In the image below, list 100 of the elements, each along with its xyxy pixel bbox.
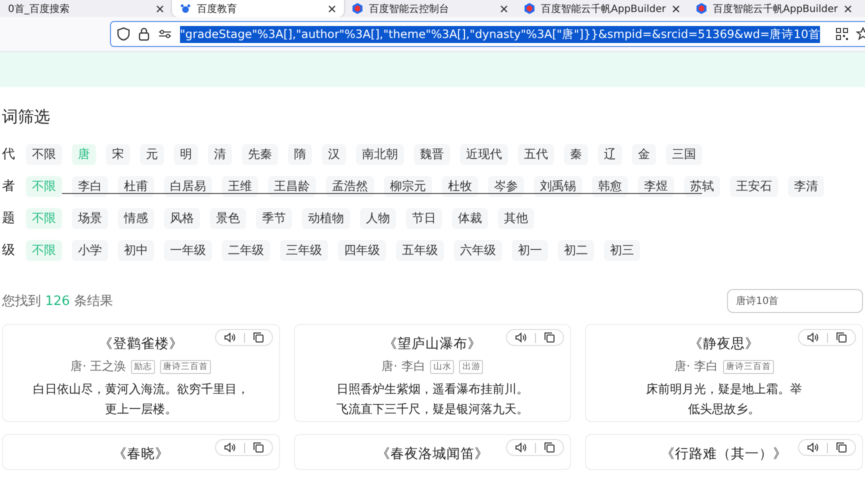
filter-option[interactable]: 清 xyxy=(208,144,232,164)
filter-option[interactable]: 近现代 xyxy=(460,144,508,164)
filter-option[interactable]: 先秦 xyxy=(242,144,278,164)
filter-option[interactable]: 四年级 xyxy=(338,240,386,260)
speaker-icon[interactable] xyxy=(224,332,236,343)
filter-option[interactable]: 风格 xyxy=(164,208,200,228)
filter-option[interactable]: 不限 xyxy=(26,144,62,164)
filter-option[interactable]: 五年级 xyxy=(396,240,444,260)
poem-tag: 山水 xyxy=(430,360,454,374)
filter-option[interactable]: 秦 xyxy=(564,144,588,164)
poem-line: 白日依山尽，黄河入海流。欲穷千里目， xyxy=(32,381,249,397)
filter-option[interactable]: 初中 xyxy=(118,240,154,260)
filter-option[interactable]: 魏晋 xyxy=(414,144,450,164)
filter-option[interactable]: 初三 xyxy=(604,240,640,260)
filter-option[interactable]: 李煜 xyxy=(638,176,674,196)
filter-option[interactable]: 人物 xyxy=(360,208,396,228)
filter-option[interactable]: 汉 xyxy=(322,144,346,164)
filter-option[interactable]: 白居易 xyxy=(164,176,212,196)
filter-option[interactable]: 杜甫 xyxy=(118,176,154,196)
speaker-icon[interactable] xyxy=(806,332,819,343)
filter-label: 级 xyxy=(2,242,16,259)
filter-option[interactable]: 季节 xyxy=(256,208,292,228)
filter-option[interactable]: 王昌龄 xyxy=(268,176,316,196)
filter-option[interactable]: 二年级 xyxy=(222,240,270,260)
filter-option[interactable]: 三国 xyxy=(666,144,702,164)
filter-option[interactable]: 五代 xyxy=(518,144,554,164)
qr-code-icon[interactable] xyxy=(836,28,848,40)
filter-option[interactable]: 初一 xyxy=(512,240,548,260)
poem-title[interactable]: 《行路难（其一）》 xyxy=(661,445,788,463)
poem-title[interactable]: 《春晓》 xyxy=(112,445,169,463)
browser-tab[interactable]: 百度智能云千帆AppBuilder xyxy=(516,0,688,17)
browser-tab[interactable]: 百度智能云控制台 xyxy=(344,0,516,17)
close-tab-icon[interactable] xyxy=(844,4,852,12)
poem-title[interactable]: 《望庐山瀑布》 xyxy=(383,335,482,353)
browser-tab[interactable]: 百度智能云千帆AppBuilder xyxy=(688,0,860,17)
poem-author: 唐· 李白 xyxy=(674,358,718,375)
shield-icon xyxy=(117,27,130,41)
poem-card[interactable]: 《静夜思》 唐· 李白 唐诗三百首 床前明月光，疑是地上霜。举 低头思故乡。 xyxy=(585,324,863,422)
filter-option[interactable]: 辽 xyxy=(598,144,622,164)
filter-option[interactable]: 李清 xyxy=(788,176,824,196)
poem-title[interactable]: 《静夜思》 xyxy=(689,335,760,353)
filter-option[interactable]: 节日 xyxy=(406,208,442,228)
speaker-icon[interactable] xyxy=(515,442,528,453)
filter-option[interactable]: 王安石 xyxy=(730,176,778,196)
poem-card[interactable]: 《春夜洛城闻笛》 xyxy=(294,434,572,470)
filter-option[interactable]: 刘禹锡 xyxy=(534,176,582,196)
address-bar[interactable]: "gradeStage"%3A[],"author"%3A[],"theme"%3A[],"dynasty"%3A["唐"]}}&smpid=&srcid=51369&wd=唐诗10首 xyxy=(110,21,865,47)
copy-icon[interactable] xyxy=(836,442,847,453)
poem-title[interactable]: 《春夜洛城闻笛》 xyxy=(376,445,488,463)
filter-label: 题 xyxy=(2,210,16,227)
poem-card[interactable]: 《登鹳雀楼》 唐· 王之涣 励志 唐诗三百首 白日依山尽，黄河入海流。欲穷千里目， 更上一层楼。 xyxy=(2,324,280,422)
filter-option[interactable]: 韩愈 xyxy=(592,176,628,196)
copy-icon[interactable] xyxy=(252,332,264,343)
filter-option[interactable]: 情感 xyxy=(118,208,154,228)
sliders-icon[interactable] xyxy=(158,28,172,40)
filter-option[interactable]: 明 xyxy=(174,144,198,164)
filter-option[interactable]: 孟浩然 xyxy=(326,176,374,196)
filter-option[interactable]: 初二 xyxy=(558,240,594,260)
poem-card[interactable]: 《望庐山瀑布》 唐· 李白 山水 出游 日照香炉生紫烟，遥看瀑布挂前川。 飞流直下三千尺，疑是银河落九天。 xyxy=(294,324,572,422)
poem-card[interactable]: 《春晓》 xyxy=(2,434,280,470)
filter-option[interactable]: 动植物 xyxy=(302,208,350,228)
filter-option[interactable]: 三年级 xyxy=(280,240,328,260)
filter-option[interactable]: 李白 xyxy=(72,176,108,196)
filter-option[interactable]: 南北朝 xyxy=(356,144,404,164)
filter-option[interactable]: 苏轼 xyxy=(684,176,720,196)
close-tab-icon[interactable] xyxy=(328,4,336,12)
browser-tab[interactable]: 0首_百度搜索 xyxy=(0,0,172,17)
copy-icon[interactable] xyxy=(252,442,264,453)
filter-option[interactable]: 宋 xyxy=(106,144,130,164)
filter-option[interactable]: 杜牧 xyxy=(442,176,478,196)
result-count: 您找到 126 条结果 xyxy=(2,293,114,310)
filter-option[interactable]: 柳宗元 xyxy=(384,176,432,196)
copy-icon[interactable] xyxy=(836,332,847,343)
browser-tab[interactable]: 百度教育 xyxy=(172,0,344,17)
filter-label: 者 xyxy=(2,178,16,195)
filter-option[interactable]: 元 xyxy=(140,144,164,164)
filter-option[interactable]: 六年级 xyxy=(454,240,502,260)
filter-option[interactable]: 一年级 xyxy=(164,240,212,260)
filter-option[interactable]: 体裁 xyxy=(452,208,488,228)
filter-option[interactable]: 金 xyxy=(632,144,656,164)
poem-card[interactable]: 《行路难（其一）》 xyxy=(585,434,863,470)
filter-option[interactable]: 场景 xyxy=(72,208,108,228)
close-tab-icon[interactable] xyxy=(500,4,508,12)
filter-option[interactable]: 岑参 xyxy=(488,176,524,196)
poem-title[interactable]: 《登鹳雀楼》 xyxy=(98,335,183,353)
filter-option[interactable]: 小学 xyxy=(72,240,108,260)
search-field[interactable]: 唐诗10首 xyxy=(727,289,863,313)
filter-option[interactable]: 景色 xyxy=(210,208,246,228)
speaker-icon[interactable] xyxy=(515,332,528,343)
filter-option[interactable]: 王维 xyxy=(222,176,258,196)
filter-option[interactable]: 其他 xyxy=(498,208,534,228)
hexagon-icon xyxy=(352,3,363,14)
speaker-icon[interactable] xyxy=(224,442,236,453)
close-tab-icon[interactable] xyxy=(672,4,680,12)
copy-icon[interactable] xyxy=(544,442,556,453)
close-tab-icon[interactable] xyxy=(156,4,164,12)
speaker-icon[interactable] xyxy=(806,442,819,453)
filter-option[interactable]: 隋 xyxy=(288,144,312,164)
hexagon-icon xyxy=(524,3,535,14)
copy-icon[interactable] xyxy=(544,332,556,343)
